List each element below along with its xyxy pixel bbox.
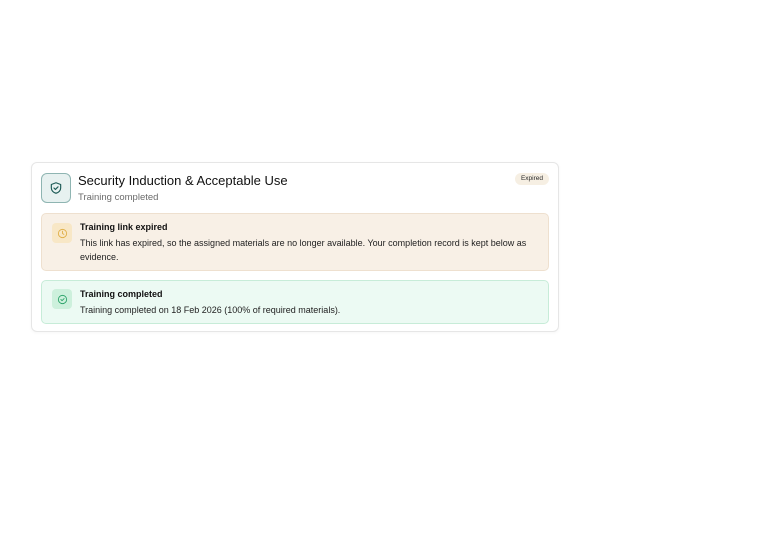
completion-notice-title: Training completed xyxy=(80,289,163,299)
status-badge: Expired xyxy=(514,173,549,185)
shield-check-icon xyxy=(41,173,71,203)
clock-icon xyxy=(52,223,72,243)
expired-notice: Training link expired This link has expi… xyxy=(41,213,549,271)
expired-notice-title: Training link expired xyxy=(80,222,168,232)
check-circle-icon xyxy=(52,289,72,309)
completion-notice: Training completed Training completed on… xyxy=(41,280,549,324)
completion-notice-text: Training completed on 18 Feb 2026 (100% … xyxy=(80,305,341,315)
training-card: Security Induction & Acceptable Use Trai… xyxy=(31,162,559,332)
expired-notice-text: This link has expired, so the assigned m… xyxy=(80,238,527,262)
card-title: Security Induction & Acceptable Use xyxy=(78,173,288,188)
card-subtitle: Training completed xyxy=(78,192,159,203)
